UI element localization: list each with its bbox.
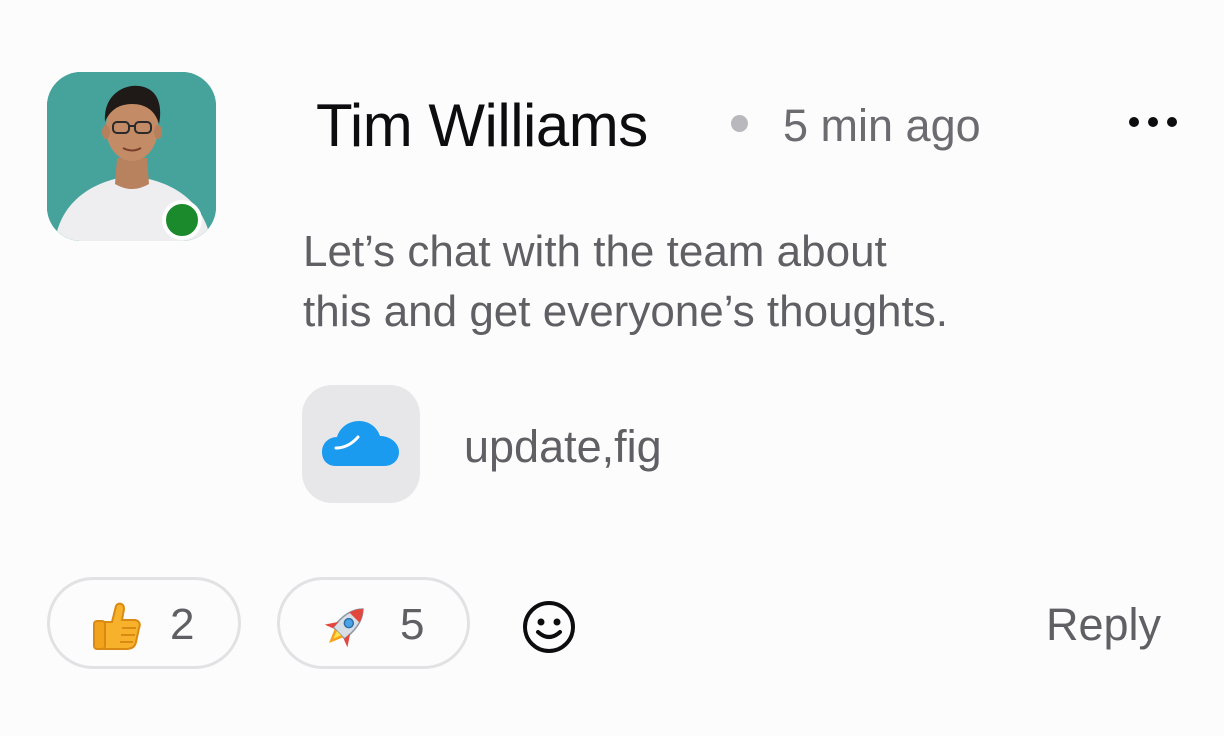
- attachment-file-name: update,fig: [464, 421, 662, 472]
- message-line: Let’s chat with the team about: [303, 227, 887, 276]
- reaction-rocket[interactable]: 5: [277, 577, 470, 669]
- more-horizontal-icon: [1148, 117, 1158, 127]
- comment-card: Tim Williams 5 min ago Let’s chat with t…: [0, 0, 1224, 736]
- message-text: Let’s chat with the team about this and …: [303, 222, 1163, 342]
- more-horizontal-icon: [1167, 117, 1177, 127]
- cloud-icon: [322, 421, 399, 466]
- timestamp: 5 min ago: [783, 100, 981, 151]
- more-options-button[interactable]: [1118, 100, 1188, 144]
- reaction-count: 2: [170, 600, 195, 649]
- author-name[interactable]: Tim Williams: [316, 90, 648, 162]
- attachment-thumbnail: [302, 385, 420, 503]
- thumbs-up-icon: [93, 602, 141, 650]
- message-line: this and get everyone’s thoughts.: [303, 287, 948, 336]
- smiley-icon: [523, 601, 575, 653]
- more-horizontal-icon: [1129, 117, 1139, 127]
- file-attachment[interactable]: update,fig: [302, 385, 722, 505]
- add-reaction-button[interactable]: [519, 597, 579, 657]
- online-status-indicator: [162, 200, 202, 240]
- rocket-icon: [324, 608, 364, 648]
- reply-button[interactable]: Reply: [1046, 598, 1161, 652]
- separator-dot: [731, 115, 748, 132]
- reaction-thumbs-up[interactable]: 2: [47, 577, 241, 669]
- reaction-count: 5: [400, 600, 425, 649]
